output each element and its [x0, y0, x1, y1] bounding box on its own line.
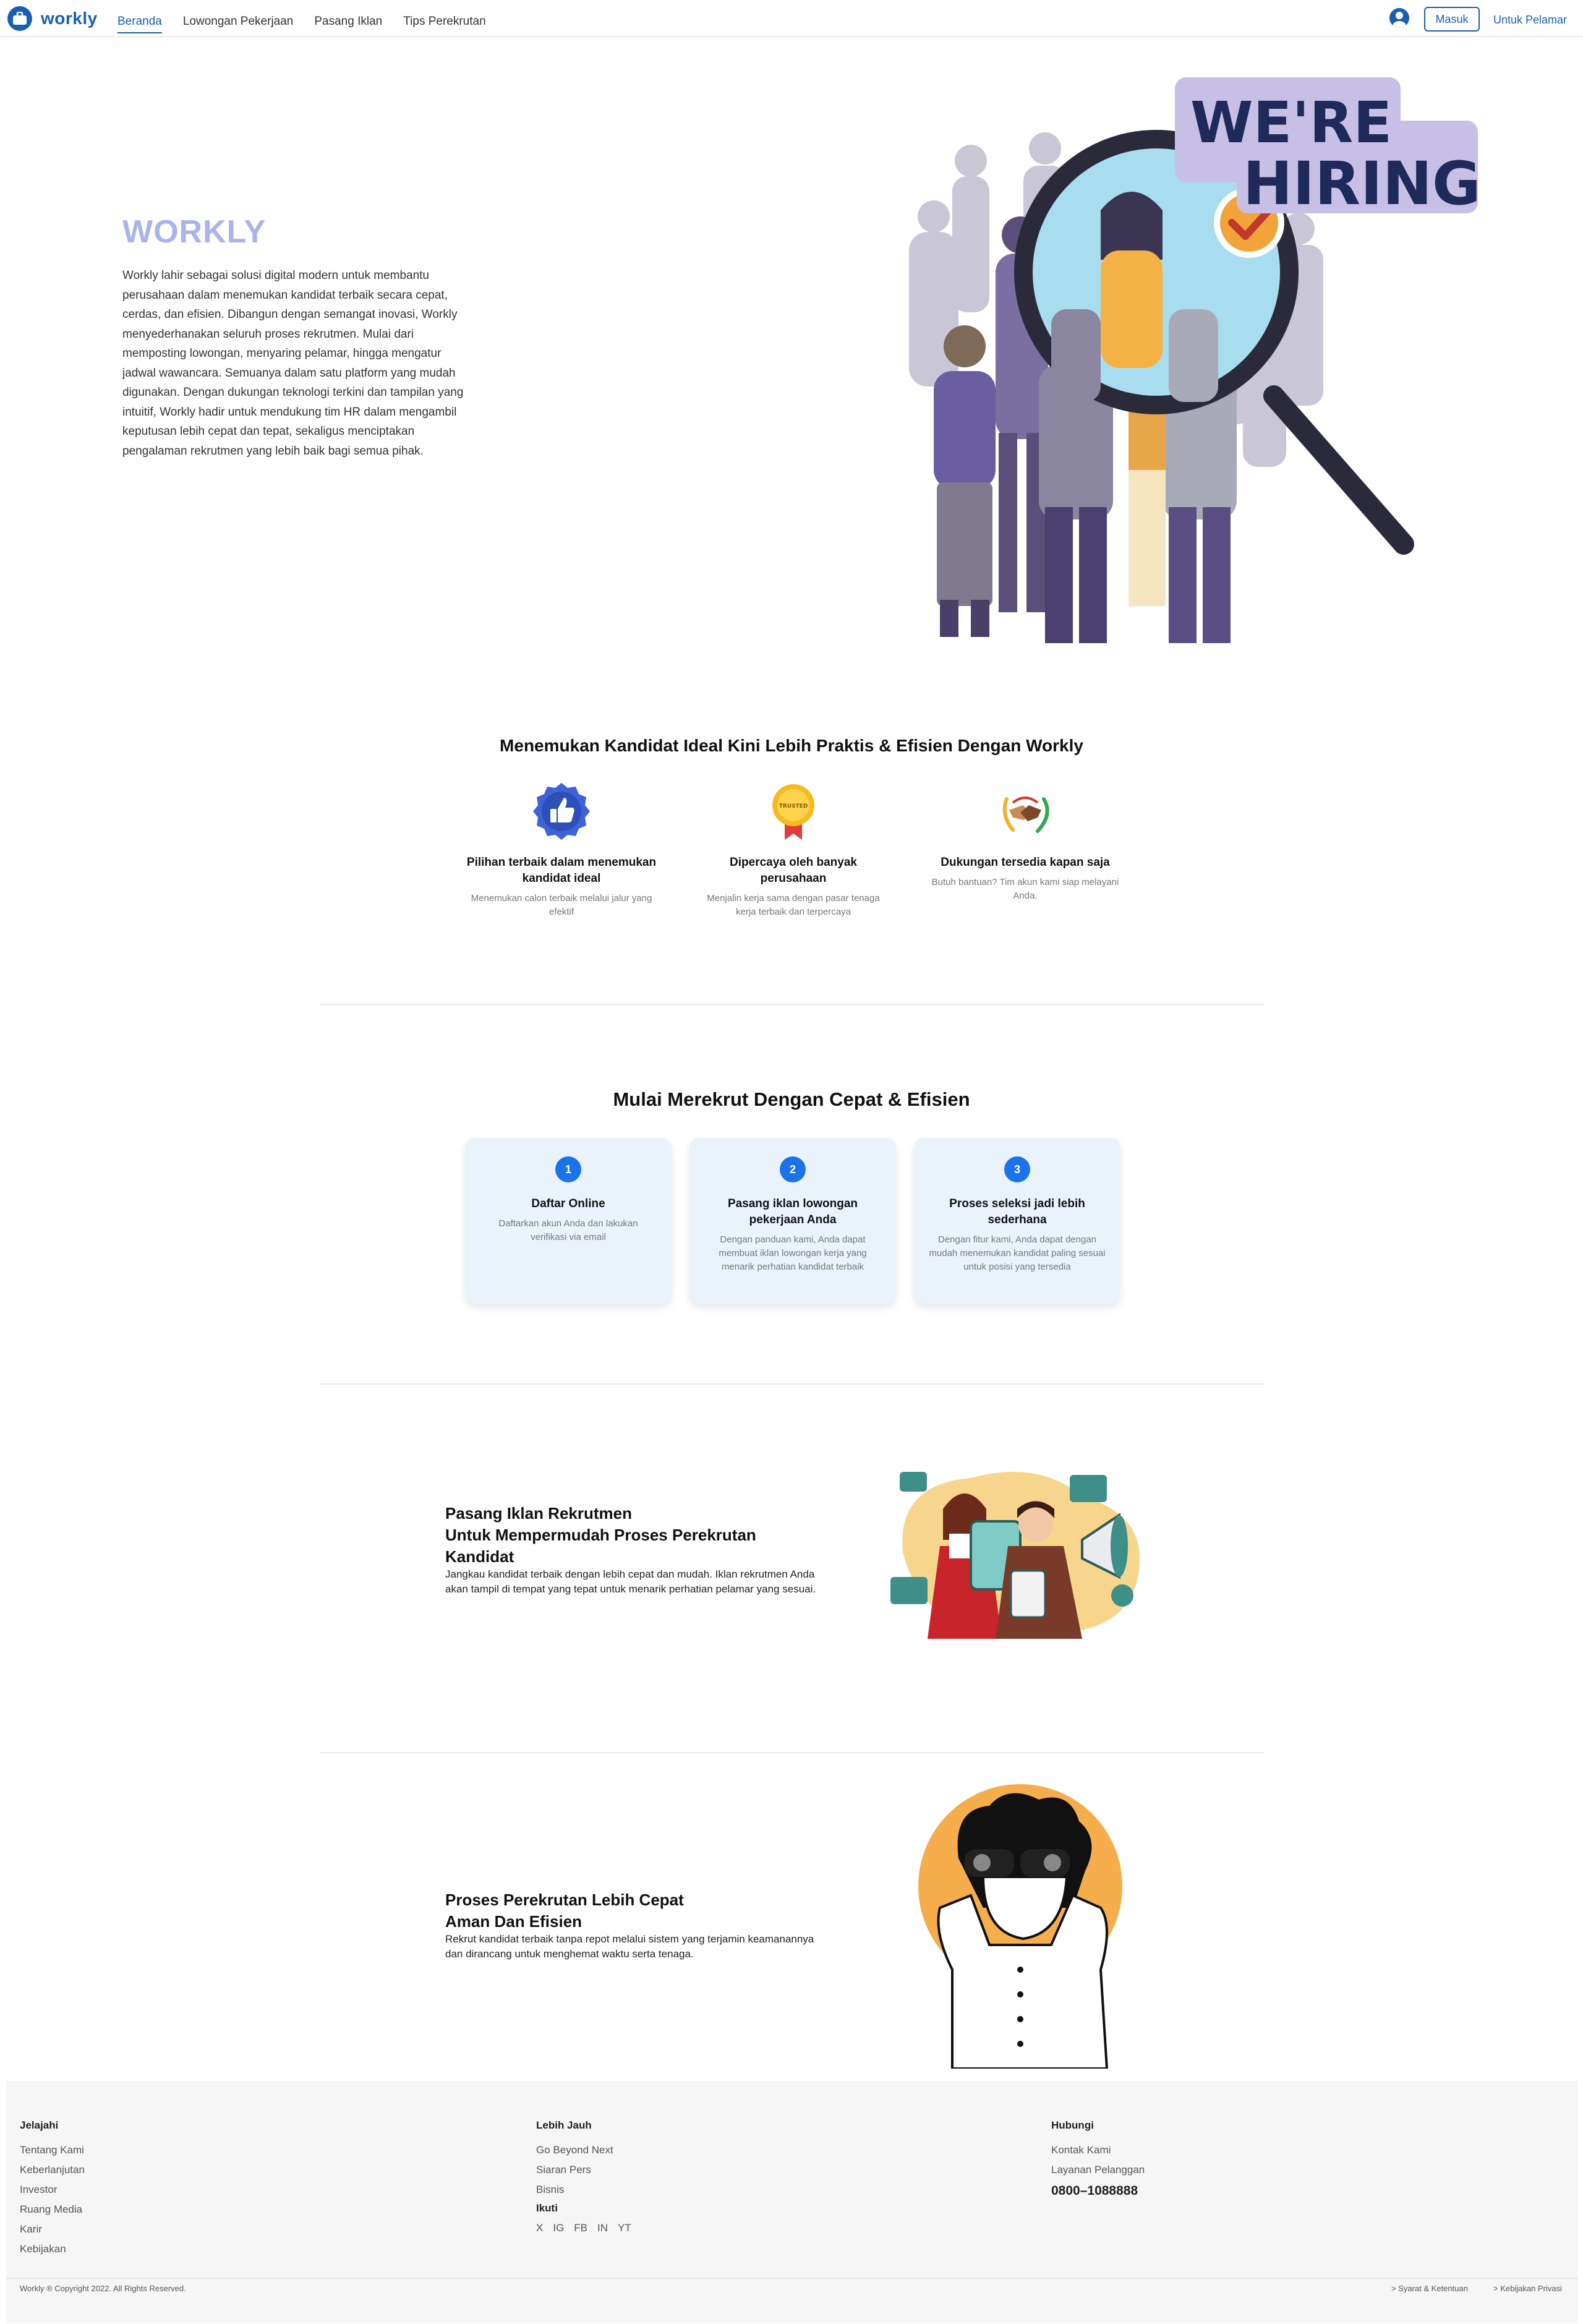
hero-title: WORKLY — [122, 214, 267, 250]
footer-col-more: Lebih Jauh Go Beyond Next Siaran Pers Bi… — [536, 2119, 631, 2238]
hiring-text-line2: HIRING! — [1243, 149, 1484, 218]
footer-link-about[interactable]: Tentang Kami — [20, 2140, 85, 2160]
footer-follow-heading: Ikuti — [536, 2202, 558, 2214]
feature-desc: Menemukan calon terbaik melalui jalur ya… — [471, 893, 652, 917]
feature-title: Pilihan terbaik dalam menemukan kandidat… — [466, 856, 657, 885]
thumbs-up-badge-icon — [531, 780, 592, 842]
features-title: Menemukan Kandidat Ideal Kini Lebih Prak… — [500, 736, 1083, 755]
nav-lowongan-pekerjaan[interactable]: Lowongan Pekerjaan — [183, 15, 294, 33]
section-divider — [320, 1383, 1265, 1385]
feature-item: Pilihan terbaik dalam menemukan kandidat… — [466, 780, 657, 919]
ads-title-line: Pasang Iklan Rekrutmen — [445, 1504, 632, 1523]
site-footer: Jelajahi Tentang Kami Keberlanjutan Inve… — [6, 2081, 1578, 2323]
footer-link-sustainability[interactable]: Keberlanjutan — [20, 2160, 85, 2180]
footer-col-contact: Hubungi Kontak Kami Layanan Pelanggan 08… — [1051, 2119, 1145, 2198]
process-title-line: Aman Dan Efisien — [445, 1912, 582, 1931]
feature-desc: Menjalin kerja sama dengan pasar tenaga … — [707, 893, 880, 917]
footer-link-contact[interactable]: Kontak Kami — [1051, 2140, 1145, 2160]
footer-heading: Lebih Jauh — [536, 2119, 592, 2131]
step-number-badge: 3 — [1004, 1156, 1030, 1182]
footer-divider — [6, 2278, 1578, 2279]
main-nav: Beranda Lowongan Pekerjaan Pasang Iklan … — [117, 15, 507, 33]
footer-link-press[interactable]: Siaran Pers — [536, 2160, 631, 2180]
process-title-line: Proses Perekrutan Lebih Cepat — [445, 1890, 684, 1909]
hiring-illustration: WE'RE HIRING! — [909, 77, 1484, 643]
step-desc: Dengan panduan kami, Anda dapat membuat … — [719, 1234, 867, 1272]
social-x-link[interactable]: X — [536, 2218, 543, 2238]
section-divider — [320, 1752, 1265, 1753]
social-yt-link[interactable]: YT — [618, 2218, 631, 2238]
footer-col-explore: Jelajahi Tentang Kami Keberlanjutan Inve… — [20, 2119, 85, 2259]
footer-phone: 0800–1088888 — [1051, 2184, 1138, 2198]
nav-beranda[interactable]: Beranda — [117, 15, 162, 33]
nav-pasang-iklan[interactable]: Pasang Iklan — [314, 15, 382, 33]
brand-logo[interactable]: workly — [7, 6, 98, 31]
user-account-icon[interactable] — [1389, 8, 1409, 28]
footer-link-careers[interactable]: Karir — [20, 2219, 85, 2239]
footer-heading: Hubungi — [1051, 2119, 1094, 2131]
trusted-medal-icon: TRUSTED — [762, 780, 824, 842]
social-ig-link[interactable]: IG — [553, 2218, 564, 2238]
login-button[interactable]: Masuk — [1424, 7, 1480, 32]
handshake-icon — [994, 780, 1056, 842]
feature-title: Dukungan tersedia kapan saja — [941, 856, 1110, 869]
footer-link-policy[interactable]: Kebijakan — [20, 2239, 85, 2259]
nav-tips-perekrutan[interactable]: Tips Perekrutan — [403, 15, 485, 33]
hiring-text-line1: WE'RE — [1190, 90, 1392, 156]
social-links: X IG FB IN YT — [536, 2218, 631, 2238]
process-block-title: Proses Perekrutan Lebih Cepat Aman Dan E… — [445, 1889, 684, 1933]
copyright-text: Workly ® Copyright 2022. All Rights Rese… — [20, 2284, 186, 2293]
footer-link-go-beyond-next[interactable]: Go Beyond Next — [536, 2140, 631, 2160]
step-desc: Dengan fitur kami, Anda dapat dengan mud… — [929, 1234, 1106, 1272]
step-card: 2 Pasang iklan lowongan pekerjaan Anda D… — [689, 1138, 896, 1304]
footer-link-business[interactable]: Bisnis — [536, 2180, 631, 2200]
feature-item: Dukungan tersedia kapan saja Butuh bantu… — [929, 780, 1121, 903]
binoculars-person-illustration — [918, 1784, 1122, 2069]
feature-item: TRUSTED Dipercaya oleh banyak perusahaan… — [698, 780, 889, 919]
applicant-link[interactable]: Untuk Pelamar — [1493, 14, 1567, 27]
step-card: 1 Daftar Online Daftarkan akun Anda dan … — [465, 1138, 672, 1304]
privacy-link[interactable]: > Kebijakan Privasi — [1493, 2284, 1562, 2293]
terms-link[interactable]: > Syarat & Ketentuan — [1391, 2284, 1468, 2293]
ads-block-desc: Jangkau kandidat terbaik dengan lebih ce… — [445, 1568, 816, 1595]
steps-title: Mulai Merekrut Dengan Cepat & Efisien — [613, 1088, 970, 1110]
footer-link-newsroom[interactable]: Ruang Media — [20, 2200, 85, 2219]
step-number-badge: 1 — [555, 1156, 581, 1182]
feature-desc: Butuh bantuan? Tim akun kami siap melaya… — [931, 877, 1119, 901]
feature-title: Dipercaya oleh banyak perusahaan — [730, 856, 857, 885]
social-fb-link[interactable]: FB — [574, 2218, 587, 2238]
medal-text: TRUSTED — [779, 803, 808, 810]
social-in-link[interactable]: IN — [597, 2218, 608, 2238]
ads-title-line: Untuk Mempermudah Proses Perekrutan — [445, 1526, 756, 1544]
step-number-badge: 2 — [780, 1156, 806, 1182]
ads-title-line: Kandidat — [445, 1547, 514, 1566]
hero-description: Workly lahir sebagai solusi digital mode… — [122, 269, 464, 458]
brand-name: workly — [41, 9, 98, 28]
step-desc: Daftarkan akun Anda dan lakukan verifika… — [498, 1218, 638, 1242]
top-navbar: workly Beranda Lowongan Pekerjaan Pasang… — [0, 0, 1583, 37]
step-card: 3 Proses seleksi jadi lebih sederhana De… — [914, 1138, 1120, 1304]
step-title: Proses seleksi jadi lebih sederhana — [949, 1197, 1085, 1226]
briefcase-icon — [7, 6, 32, 31]
recruitment-ads-illustration — [890, 1472, 1140, 1639]
step-title: Daftar Online — [531, 1197, 605, 1210]
section-divider — [320, 1004, 1265, 1005]
footer-link-customer-service[interactable]: Layanan Pelanggan — [1051, 2160, 1145, 2180]
process-block-desc: Rekrut kandidat terbaik tanpa repot mela… — [445, 1933, 814, 1960]
ads-block-title: Pasang Iklan Rekrutmen Untuk Mempermudah… — [445, 1503, 756, 1568]
step-title: Pasang iklan lowongan pekerjaan Anda — [727, 1197, 858, 1226]
footer-heading: Jelajahi — [20, 2119, 59, 2131]
footer-link-investor[interactable]: Investor — [20, 2180, 85, 2200]
